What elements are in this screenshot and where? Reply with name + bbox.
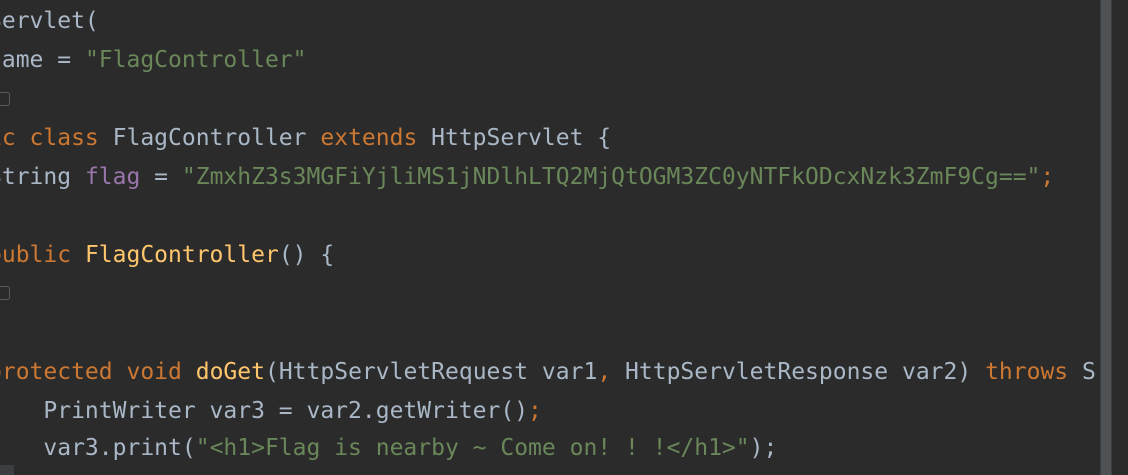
code-token: = [43, 47, 85, 73]
code-token: protected [0, 359, 127, 385]
horizontal-scrollbar[interactable] [0, 465, 14, 475]
code-line: PrintWriter var3 = var2.getWriter(); [0, 392, 542, 431]
code-token: public [0, 242, 72, 268]
code-token: (HttpServletRequest var1 [264, 359, 598, 385]
code-line: String flag = "ZmxhZ3s3MGFiYjliMS1jNDlhL… [0, 158, 1054, 197]
code-token: class [29, 125, 113, 151]
code-token: "ZmxhZ3s3MGFiYjliMS1jNDlhLTQ2MjQtOGM3ZC0… [181, 164, 1041, 190]
code-token: FlagController [84, 242, 279, 268]
code-token: String [0, 164, 72, 190]
code-token: doGet [195, 359, 265, 385]
code-token: S [1082, 359, 1096, 385]
code-token: HttpServletResponse var2) [625, 359, 986, 385]
code-token: , [597, 359, 626, 385]
code-line: Servlet( [0, 2, 99, 41]
code-token: PrintWriter var3 = var2.getWriter() [0, 398, 529, 424]
code-line: name = "FlagController" [0, 41, 307, 80]
code-token: throws [985, 359, 1082, 385]
code-editor[interactable]: Servlet( name = "FlagController" ic class … [0, 0, 1098, 475]
code-token: var3.print( [0, 435, 196, 461]
code-token: HttpServlet { [431, 125, 612, 151]
code-line: protected void doGet(HttpServletRequest … [0, 353, 1096, 392]
code-line: public FlagController() { [0, 236, 334, 275]
code-token: = [140, 164, 182, 190]
code-token: () { [278, 242, 335, 268]
code-token: void [126, 359, 196, 385]
code-token: FlagController [112, 125, 321, 151]
code-token: ; [1040, 164, 1055, 190]
fold-marker-end-icon[interactable] [0, 92, 10, 106]
code-token: ic [0, 125, 16, 151]
code-line: var3.print("<h1>Flag is nearby ~ Come on… [0, 429, 777, 468]
code-token: extends [320, 125, 432, 151]
fold-marker-end-icon[interactable] [0, 286, 10, 300]
code-token: "FlagController" [84, 47, 307, 73]
code-token: name [0, 47, 44, 73]
code-line: ic class FlagController extends HttpServ… [0, 119, 611, 158]
scrollbar-thumb[interactable] [1101, 0, 1111, 475]
code-token: "<h1>Flag is nearby ~ Come on! ! !</h1>" [195, 435, 750, 461]
code-token: ; [528, 398, 542, 424]
code-token: ); [749, 435, 778, 461]
code-token: flag [84, 164, 141, 190]
code-token: Servlet( [0, 8, 99, 34]
